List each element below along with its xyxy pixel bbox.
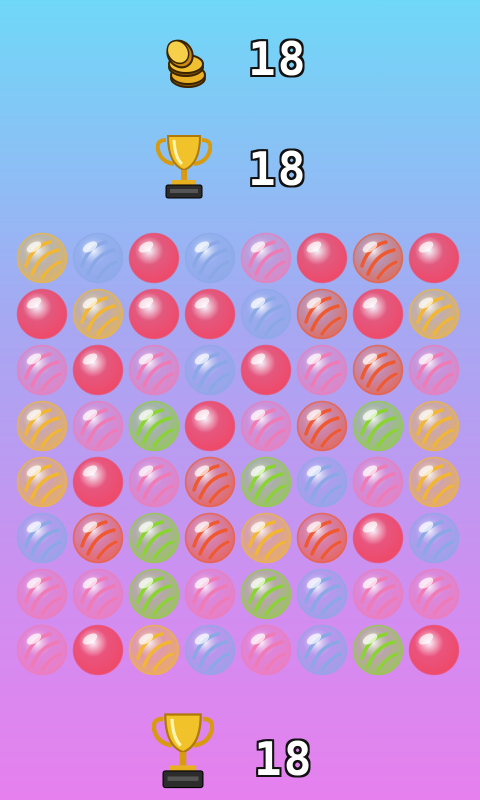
blue-ball[interactable] [72, 232, 124, 284]
best-score-value: 18 [254, 732, 314, 786]
pink-ball[interactable] [352, 568, 404, 620]
red-ball[interactable] [240, 344, 292, 396]
pink-ball[interactable] [296, 344, 348, 396]
yellow-ball[interactable] [16, 456, 68, 508]
best-score-counter: 18 [0, 712, 480, 789]
green-ball[interactable] [128, 400, 180, 452]
pink-ball[interactable] [408, 568, 460, 620]
orange-ball[interactable] [352, 232, 404, 284]
coins-counter: 18 [0, 26, 480, 96]
red-ball[interactable] [408, 624, 460, 676]
yellow-ball[interactable] [240, 512, 292, 564]
ball-board[interactable] [16, 232, 464, 680]
red-ball[interactable] [72, 456, 124, 508]
yellow-ball[interactable] [72, 288, 124, 340]
blue-ball[interactable] [184, 232, 236, 284]
green-ball[interactable] [240, 456, 292, 508]
yellow-ball[interactable] [128, 624, 180, 676]
pink-ball[interactable] [240, 400, 292, 452]
blue-ball[interactable] [296, 568, 348, 620]
green-ball[interactable] [128, 568, 180, 620]
blue-ball[interactable] [408, 512, 460, 564]
pink-ball[interactable] [408, 344, 460, 396]
green-ball[interactable] [128, 512, 180, 564]
red-ball[interactable] [128, 288, 180, 340]
yellow-ball[interactable] [408, 288, 460, 340]
red-ball[interactable] [72, 344, 124, 396]
red-ball[interactable] [408, 232, 460, 284]
orange-ball[interactable] [72, 512, 124, 564]
pink-ball[interactable] [240, 232, 292, 284]
trophy-icon [151, 712, 215, 790]
blue-ball[interactable] [240, 288, 292, 340]
red-ball[interactable] [184, 400, 236, 452]
pink-ball[interactable] [16, 624, 68, 676]
pink-ball[interactable] [72, 400, 124, 452]
green-ball[interactable] [240, 568, 292, 620]
orange-ball[interactable] [296, 400, 348, 452]
red-ball[interactable] [128, 232, 180, 284]
orange-ball[interactable] [184, 512, 236, 564]
coins-value: 18 [248, 32, 308, 86]
red-ball[interactable] [296, 232, 348, 284]
pink-ball[interactable] [16, 344, 68, 396]
green-ball[interactable] [352, 400, 404, 452]
orange-ball[interactable] [184, 456, 236, 508]
pink-ball[interactable] [184, 568, 236, 620]
pink-ball[interactable] [128, 456, 180, 508]
blue-ball[interactable] [296, 624, 348, 676]
pink-ball[interactable] [352, 456, 404, 508]
blue-ball[interactable] [184, 624, 236, 676]
yellow-ball[interactable] [408, 456, 460, 508]
yellow-ball[interactable] [408, 400, 460, 452]
pink-ball[interactable] [72, 568, 124, 620]
coin-stack-icon [156, 34, 212, 90]
blue-ball[interactable] [16, 512, 68, 564]
green-ball[interactable] [352, 624, 404, 676]
blue-ball[interactable] [184, 344, 236, 396]
red-ball[interactable] [352, 288, 404, 340]
pink-ball[interactable] [128, 344, 180, 396]
yellow-ball[interactable] [16, 232, 68, 284]
orange-ball[interactable] [296, 512, 348, 564]
red-ball[interactable] [72, 624, 124, 676]
yellow-ball[interactable] [16, 400, 68, 452]
trophy-icon [155, 134, 213, 200]
orange-ball[interactable] [352, 344, 404, 396]
pink-ball[interactable] [240, 624, 292, 676]
red-ball[interactable] [184, 288, 236, 340]
red-ball[interactable] [352, 512, 404, 564]
orange-ball[interactable] [296, 288, 348, 340]
score-value: 18 [248, 142, 308, 196]
pink-ball[interactable] [16, 568, 68, 620]
blue-ball[interactable] [296, 456, 348, 508]
red-ball[interactable] [16, 288, 68, 340]
score-counter: 18 [0, 134, 480, 204]
